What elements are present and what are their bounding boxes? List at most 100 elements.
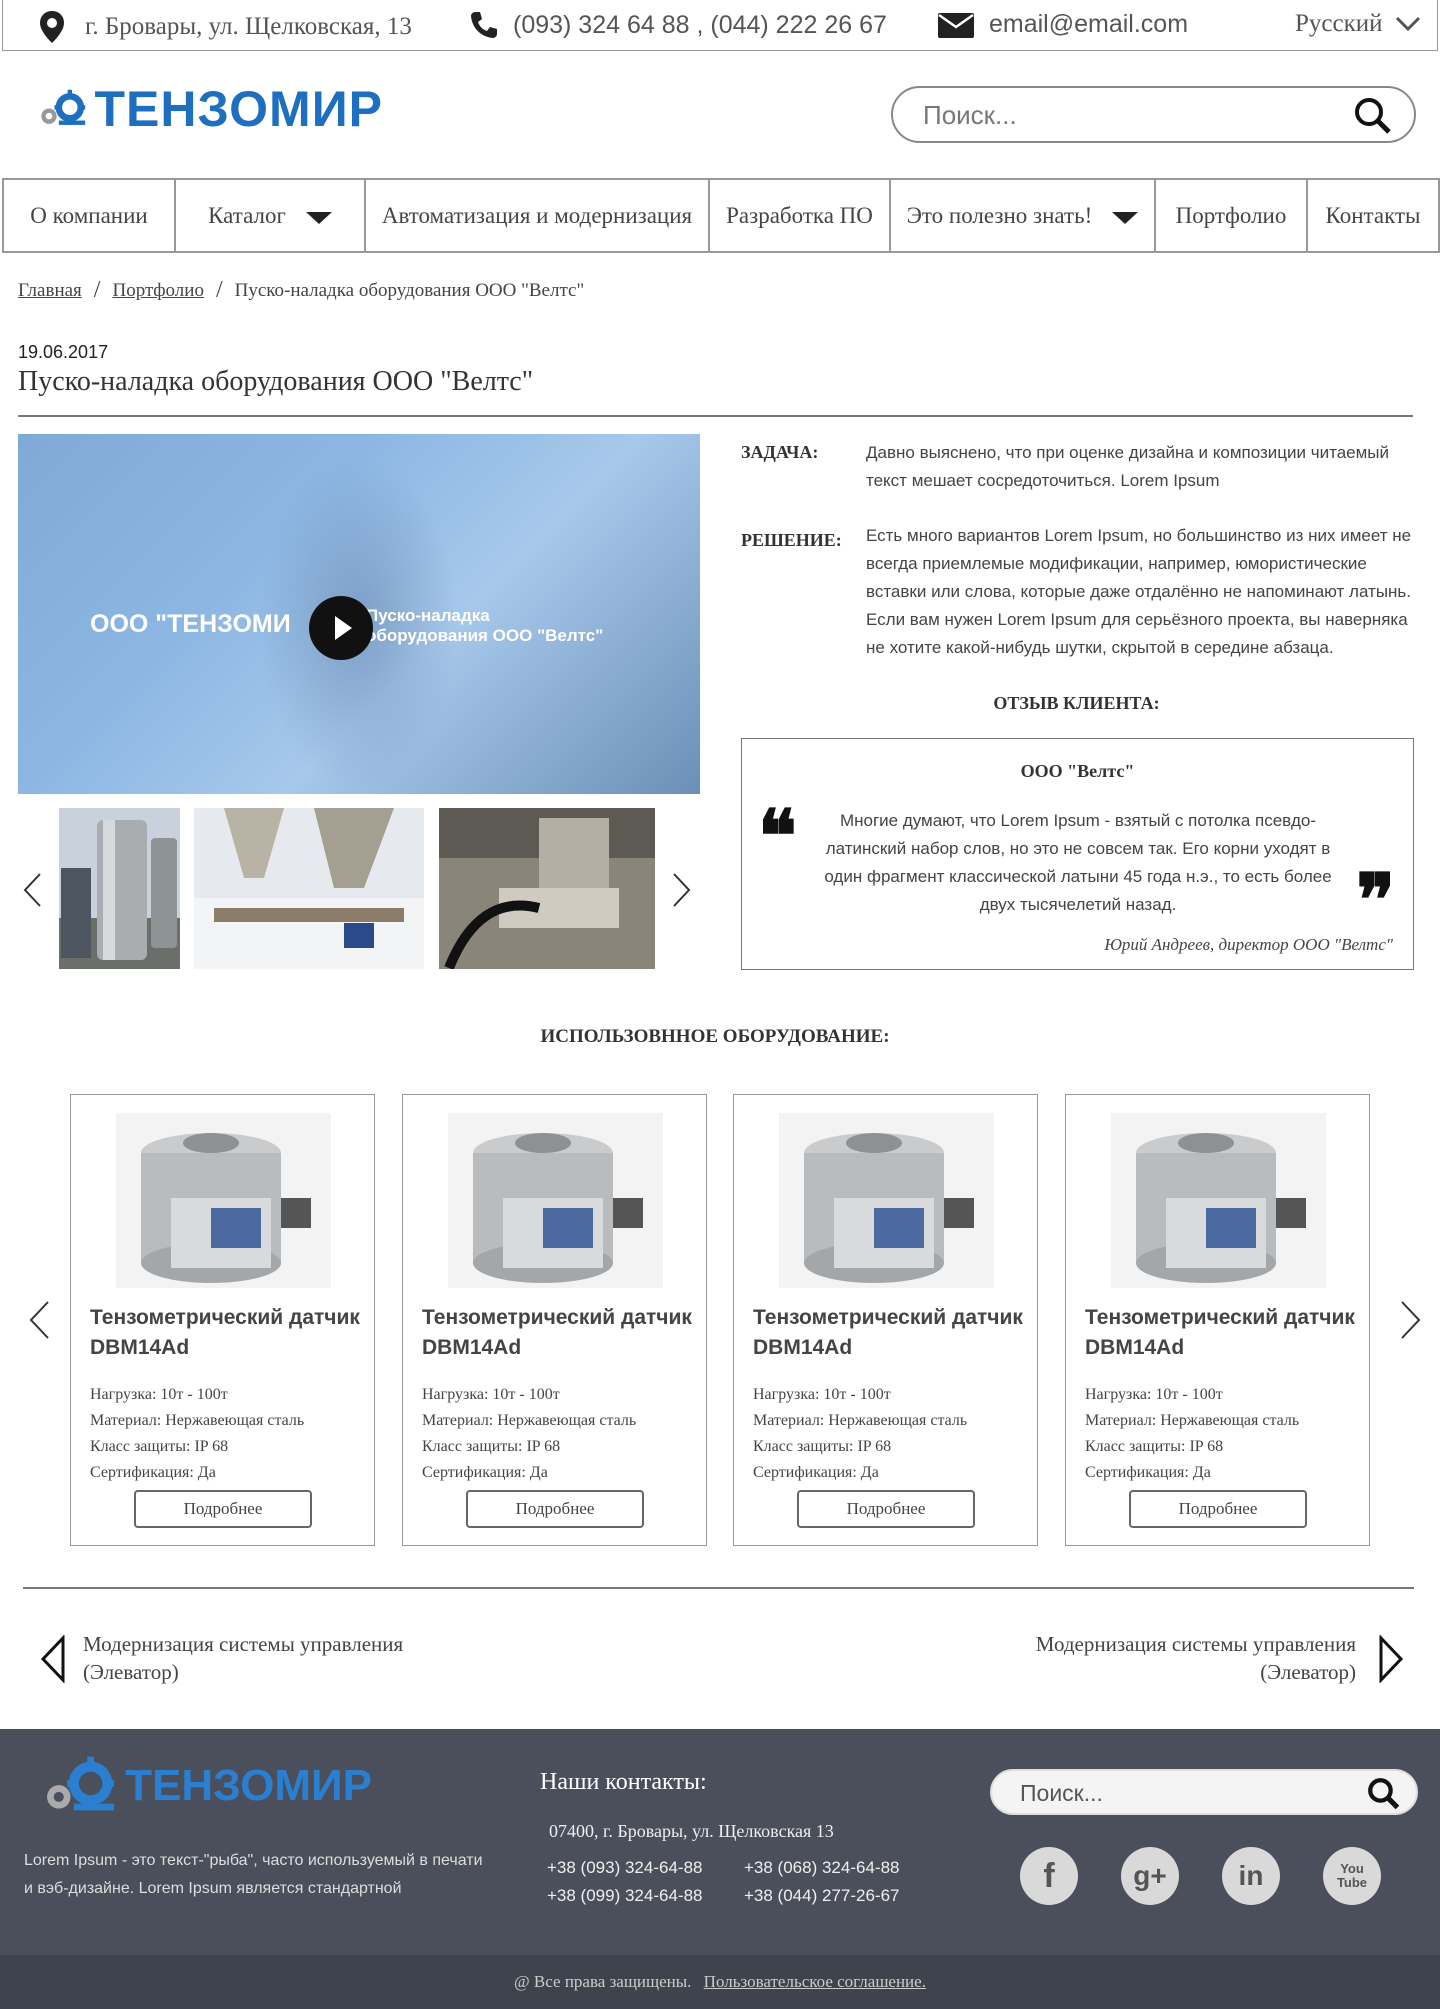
video-caption-right: Пуско-наладка оборудования ООО "Велтс" <box>366 606 603 646</box>
nav-item-portfolio[interactable]: Портфолио <box>1156 180 1308 251</box>
copyright-bar: @ Все права защищены. Пользовательское с… <box>0 1955 1440 2009</box>
gallery-next-arrow[interactable] <box>672 872 692 908</box>
solution-label: РЕШЕНИЕ: <box>741 530 842 550</box>
search-input[interactable] <box>923 98 1343 132</box>
equipment-next-arrow[interactable] <box>1400 1300 1422 1340</box>
google-plus-icon[interactable]: g+ <box>1121 1847 1179 1905</box>
caret-down-icon <box>1112 211 1139 224</box>
video-caption-left: ООО "ТЕНЗОМИ <box>90 610 291 638</box>
language-select[interactable]: Русский <box>1295 10 1421 38</box>
product-certification: Сертификация: Да <box>422 1464 548 1481</box>
details-button[interactable]: Подробнее <box>797 1490 975 1528</box>
map-pin-icon <box>40 11 64 43</box>
next-post-arrow-icon[interactable] <box>1378 1635 1404 1683</box>
prev-post-title: Модернизация системы управления <box>83 1632 404 1656</box>
nav-item-software[interactable]: Разработка ПО <box>710 180 891 251</box>
equipment-prev-arrow[interactable] <box>28 1300 50 1340</box>
product-load: Нагрузка: 10т - 100т <box>90 1386 228 1403</box>
nav-item-about[interactable]: О компании <box>4 180 176 251</box>
task-text: Давно выяснено, что при оценке дизайна и… <box>866 443 1389 490</box>
caret-down-icon <box>305 211 332 224</box>
search-icon[interactable] <box>1366 1776 1400 1810</box>
footer-logo-text: ТЕНЗОМИР <box>125 1761 372 1810</box>
user-agreement-link[interactable]: Пользовательское соглашение. <box>704 1972 926 1991</box>
footer-address: 07400, г. Бровары, ул. Щелковская 13 <box>549 1821 834 1841</box>
product-name: Тензометрический датчик DBM14Ad <box>422 1306 692 1359</box>
next-post-title: Модернизация системы управления <box>1035 1632 1356 1656</box>
thumbnail-image-installation <box>194 808 424 969</box>
prev-post-link[interactable]: Модернизация системы управления (Элевато… <box>83 1630 403 1686</box>
site-logo[interactable]: ТЕНЗОМИР <box>38 74 383 144</box>
email-text[interactable]: email@email.com <box>989 10 1188 39</box>
product-material: Материал: Нержавеющая сталь <box>422 1412 637 1429</box>
footer-phone[interactable]: +38 (044) 277-26-67 <box>744 1886 899 1906</box>
gallery-thumbnail[interactable] <box>59 808 180 969</box>
top-bar: г. Бровары, ул. Щелковская, 13 (093) 324… <box>2 0 1438 51</box>
nav-item-catalog[interactable]: Каталог <box>176 180 366 251</box>
open-quote-icon: ❝ <box>758 797 797 877</box>
breadcrumb-portfolio[interactable]: Портфолио <box>112 280 203 302</box>
page-title: Пуско-наладка оборудования ООО "Велтс" <box>18 366 534 397</box>
breadcrumb-separator: / <box>93 277 101 303</box>
product-card: Тензометрический датчик DBM14Ad Нагрузка… <box>70 1094 375 1546</box>
footer-contacts-title: Наши контакты: <box>540 1769 707 1795</box>
video-player[interactable]: ООО "ТЕНЗОМИ Пуско-наладка оборудования … <box>18 434 700 794</box>
linkedin-icon[interactable]: in <box>1222 1847 1280 1905</box>
nav-item-contacts[interactable]: Контакты <box>1308 180 1438 251</box>
nav-label: Каталог <box>208 202 286 228</box>
next-post-link[interactable]: Модернизация системы управления (Элевато… <box>980 1630 1356 1686</box>
footer-search-input[interactable] <box>1020 1778 1350 1808</box>
product-name: Тензометрический датчик DBM14Ad <box>1085 1306 1355 1359</box>
prev-post-arrow-icon[interactable] <box>40 1635 66 1683</box>
product-certification: Сертификация: Да <box>753 1464 879 1481</box>
breadcrumb-separator: / <box>215 277 223 303</box>
nav-label: Автоматизация и модернизация <box>381 202 693 228</box>
nav-item-automation[interactable]: Автоматизация и модернизация <box>366 180 710 251</box>
product-image <box>448 1113 663 1288</box>
details-button[interactable]: Подробнее <box>466 1490 644 1528</box>
footer: ТЕНЗОМИР Lorem Ipsum - это текст-"рыба",… <box>0 1729 1440 1955</box>
footer-phone[interactable]: +38 (093) 324-64-88 <box>547 1858 702 1878</box>
review-author: Юрий Андреев, директор ООО "Велтс" <box>1104 935 1393 954</box>
product-image <box>1111 1113 1326 1288</box>
logo-text: ТЕНЗОМИР <box>94 81 383 137</box>
breadcrumb-current: Пуско-наладка оборудования ООО "Велтс" <box>234 279 585 301</box>
product-load: Нагрузка: 10т - 100т <box>422 1386 560 1403</box>
review-text: Многие думают, что Lorem Ipsum - взятый … <box>824 811 1332 914</box>
product-protection: Класс защиты: IP 68 <box>1085 1438 1224 1455</box>
play-button[interactable] <box>309 596 373 660</box>
close-quote-icon: ❞ <box>1356 861 1395 941</box>
product-material: Материал: Нержавеющая сталь <box>90 1412 305 1429</box>
header-search <box>891 86 1416 143</box>
video-caption-line: Пуско-наладка <box>366 606 490 625</box>
details-button[interactable]: Подробнее <box>1129 1490 1307 1528</box>
nav-item-useful[interactable]: Это полезно знать! <box>891 180 1156 251</box>
footer-logo[interactable]: ТЕНЗОМИР <box>42 1751 372 1821</box>
review-heading: ОТЗЫВ КЛИЕНТА: <box>993 693 1160 713</box>
footer-search <box>990 1769 1418 1815</box>
footer-phone[interactable]: +38 (099) 324-64-88 <box>547 1886 702 1906</box>
chevron-down-icon <box>1395 16 1420 32</box>
product-load: Нагрузка: 10т - 100т <box>753 1386 891 1403</box>
gallery-prev-arrow[interactable] <box>22 872 42 908</box>
search-icon[interactable] <box>1352 95 1392 135</box>
breadcrumb-home[interactable]: Главная <box>18 280 82 302</box>
copyright-text: @ Все права защищены. <box>514 1972 692 1991</box>
nav-label: Контакты <box>1325 202 1421 228</box>
address-item: г. Бровары, ул. Щелковская, 13 <box>39 10 412 44</box>
gear-logo-icon <box>41 89 86 125</box>
product-material: Материал: Нержавеющая сталь <box>1085 1412 1300 1429</box>
facebook-icon[interactable]: f <box>1020 1847 1078 1905</box>
footer-phone[interactable]: +38 (068) 324-64-88 <box>744 1858 899 1878</box>
details-button[interactable]: Подробнее <box>134 1490 312 1528</box>
youtube-icon[interactable]: You Tube <box>1323 1847 1381 1905</box>
product-card: Тензометрический датчик DBM14Ad Нагрузка… <box>402 1094 707 1546</box>
language-label: Русский <box>1295 10 1383 37</box>
prev-post-subtitle: (Элеватор) <box>83 1660 179 1684</box>
gallery-thumbnail[interactable] <box>439 808 655 969</box>
phone-text[interactable]: (093) 324 64 88 , (044) 222 26 67 <box>513 11 887 40</box>
product-name: Тензометрический датчик DBM14Ad <box>90 1306 360 1359</box>
divider <box>23 1587 1414 1589</box>
gallery-thumbnail[interactable] <box>194 808 424 969</box>
nav-label: О компании <box>30 202 148 228</box>
